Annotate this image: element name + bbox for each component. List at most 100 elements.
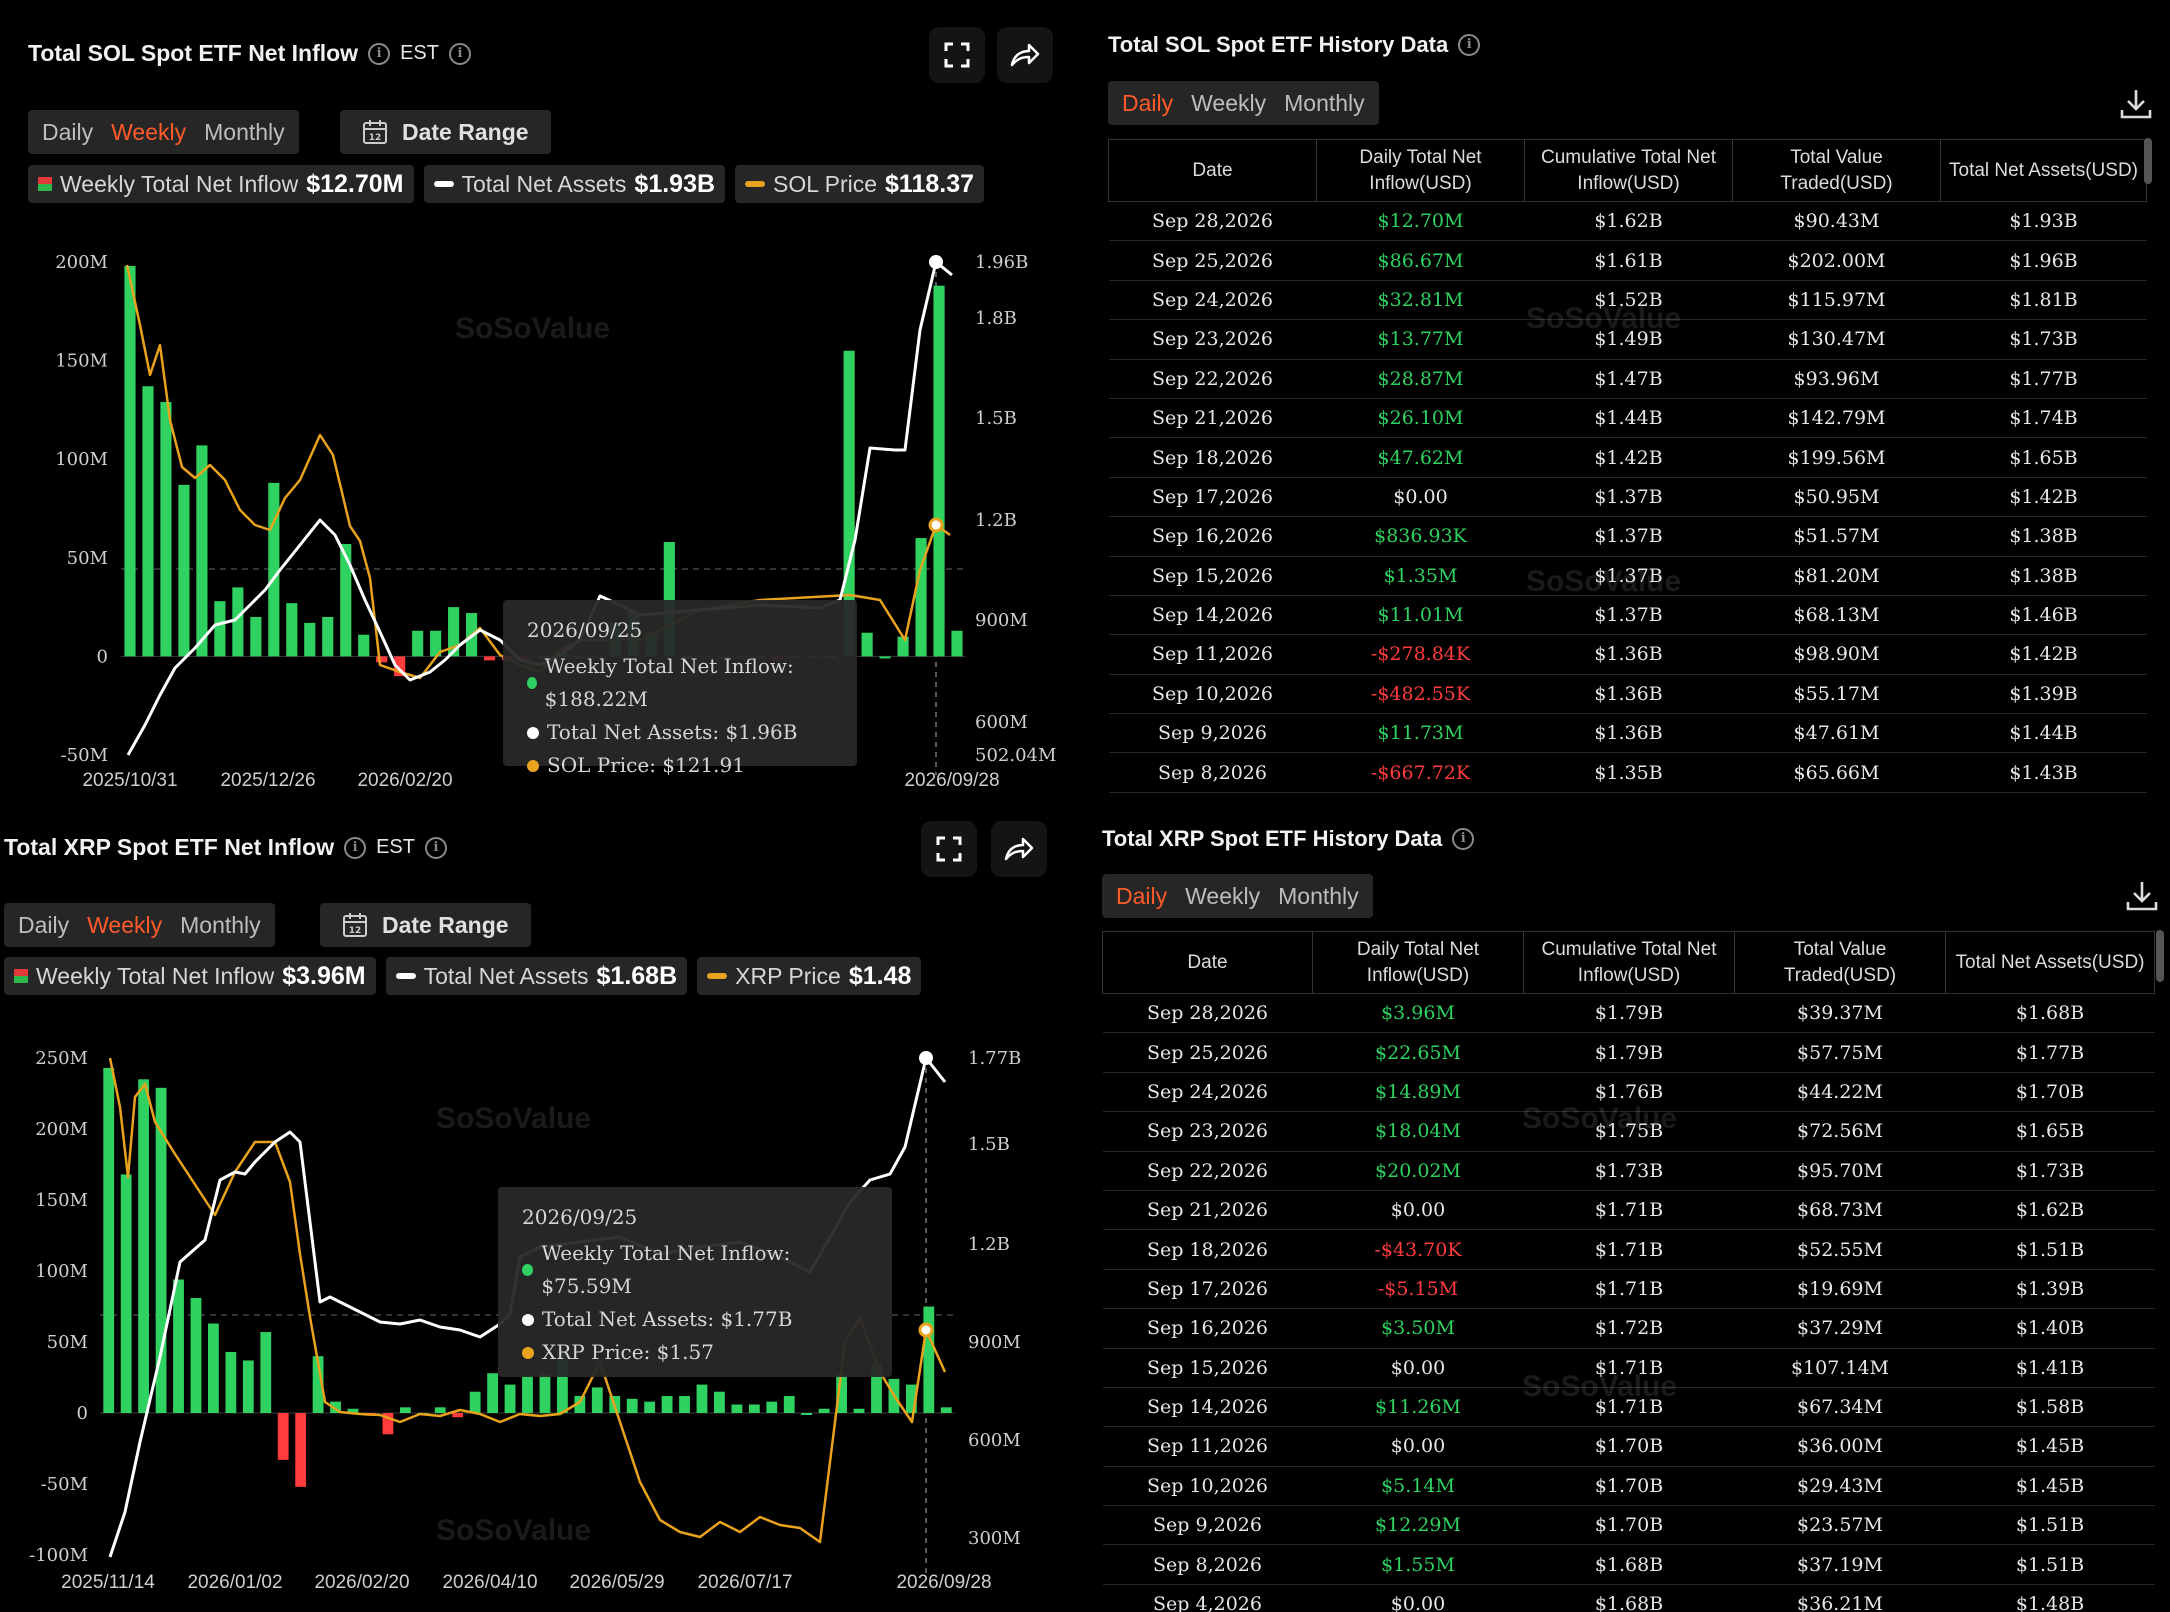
tab-monthly[interactable]: Monthly	[1272, 883, 1365, 910]
table-cell: $1.68B	[1945, 993, 2155, 1034]
table-cell: $1.42B	[1524, 437, 1733, 478]
table-row[interactable]: Sep 4,2026-$5.21M$1.35B$65.11M$1.41B	[1108, 792, 2147, 802]
download-icon[interactable]	[2118, 86, 2154, 122]
column-header[interactable]: Total Net Assets(USD)	[1940, 139, 2147, 202]
table-cell: $65.11M	[1732, 792, 1941, 802]
table-cell: Sep 21,2026	[1102, 1190, 1313, 1231]
tooltip-date: 2026/09/25	[522, 1205, 638, 1229]
inflow-bar	[160, 402, 172, 657]
tab-weekly[interactable]: Weekly	[1179, 883, 1266, 910]
table-cell: $1.35M	[1316, 556, 1525, 596]
y2-tick-label: 1.5B	[968, 1134, 1010, 1155]
table-cell: $1.93B	[1940, 201, 2147, 242]
table-cell: Sep 25,2026	[1108, 240, 1317, 281]
y2-tick-label: 1.2B	[975, 510, 1017, 531]
table-cell: Sep 23,2026	[1102, 1111, 1313, 1152]
table-cell: $1.70B	[1945, 1072, 2155, 1113]
inflow-bar	[696, 1384, 708, 1413]
tab-daily[interactable]: Daily	[1116, 90, 1179, 117]
table-row[interactable]: Sep 18,2026 $47.62M $1.42B $199.56M $1.65B	[1108, 437, 2147, 478]
table-cell: $1.72B	[1523, 1308, 1735, 1349]
table-row[interactable]: Sep 28,2026 $3.96M $1.79B $39.37M $1.68B	[1102, 993, 2155, 1034]
table-row[interactable]: Sep 16,2026 $3.50M $1.72B $37.29M $1.40B	[1102, 1308, 2155, 1349]
table-row[interactable]: Sep 17,2026 $0.00 $1.37B $50.95M $1.42B	[1108, 477, 2147, 518]
inflow-bar	[295, 1413, 307, 1487]
table-cell: $26.10M	[1316, 398, 1525, 439]
table-cell: $1.36B	[1524, 713, 1733, 754]
xrp-table-tabs: Daily Weekly Monthly	[1102, 874, 1373, 918]
table-row[interactable]: Sep 10,2026 $5.14M $1.70B $29.43M $1.45B	[1102, 1466, 2155, 1507]
table-cell: $98.90M	[1732, 634, 1941, 675]
table-row[interactable]: Sep 14,2026 $11.01M $1.37B $68.13M $1.46B	[1108, 595, 2147, 636]
column-header[interactable]: Date	[1108, 139, 1317, 202]
tab-daily[interactable]: Daily	[1110, 883, 1173, 910]
x-tick-label: 2026/09/28	[896, 1572, 991, 1593]
table-cell: -$43.70K	[1312, 1229, 1524, 1270]
table-cell: $1.44B	[1940, 713, 2147, 754]
table-cell: $37.29M	[1734, 1308, 1946, 1349]
table-cell: $1.77B	[1945, 1032, 2155, 1073]
table-row[interactable]: Sep 25,2026 $22.65M $1.79B $57.75M $1.77B	[1102, 1032, 2155, 1073]
info-icon[interactable]: i	[1452, 828, 1475, 850]
table-row[interactable]: Sep 11,2026 -$278.84K $1.36B $98.90M $1.42B	[1108, 634, 2147, 675]
tab-weekly[interactable]: Weekly	[1185, 90, 1272, 117]
table-row[interactable]: Sep 18,2026 -$43.70K $1.71B $52.55M $1.51B	[1102, 1229, 2155, 1270]
column-header[interactable]: Cumulative Total Net Inflow(USD)	[1524, 139, 1733, 202]
watermark-logo: SoSoValue	[1526, 302, 1682, 335]
table-row[interactable]: Sep 9,2026 $12.29M $1.70B $23.57M $1.51B	[1102, 1505, 2155, 1546]
inflow-bar	[644, 1401, 656, 1413]
y-tick-label: 100M	[35, 1261, 88, 1282]
column-header[interactable]: Daily Total Net Inflow(USD)	[1316, 139, 1525, 202]
y-tick-label: 50M	[67, 548, 108, 569]
inflow-bar	[190, 1297, 202, 1413]
table-row[interactable]: Sep 11,2026 $0.00 $1.70B $36.00M $1.45B	[1102, 1426, 2155, 1467]
download-icon[interactable]	[2124, 878, 2160, 914]
column-header[interactable]: Cumulative Total Net Inflow(USD)	[1523, 931, 1735, 994]
table-cell: $115.97M	[1732, 280, 1941, 321]
column-header[interactable]: Daily Total Net Inflow(USD)	[1312, 931, 1524, 994]
inflow-bar	[748, 1404, 760, 1413]
table-row[interactable]: Sep 8,2026 -$667.72K $1.35B $65.66M $1.43B	[1108, 752, 2147, 793]
column-header[interactable]: Total Value Traded(USD)	[1734, 931, 1946, 994]
column-header[interactable]: Total Value Traded(USD)	[1732, 139, 1941, 202]
table-row[interactable]: Sep 8,2026 $1.55M $1.68B $37.19M $1.51B	[1102, 1544, 2155, 1585]
tooltip-text: SOL Price: $121.91	[547, 753, 745, 777]
table-cell: $1.41B	[1945, 1348, 2155, 1388]
inflow-bar	[304, 622, 316, 657]
inflow-bar	[322, 616, 334, 657]
sol-table-tabs: Daily Weekly Monthly	[1108, 81, 1379, 125]
table-cell: Sep 17,2026	[1108, 477, 1317, 518]
scrollbar[interactable]	[2144, 138, 2152, 184]
table-row[interactable]: Sep 22,2026 $28.87M $1.47B $93.96M $1.77B	[1108, 359, 2147, 399]
table-row[interactable]: Sep 21,2026 $0.00 $1.71B $68.73M $1.62B	[1102, 1190, 2155, 1231]
table-row[interactable]: Sep 17,2026 -$5.15M $1.71B $19.69M $1.39B	[1102, 1269, 2155, 1310]
table-row[interactable]: Sep 9,2026 $11.73M $1.36B $47.61M $1.44B	[1108, 713, 2147, 754]
table-row[interactable]: Sep 25,2026 $86.67M $1.61B $202.00M $1.96B	[1108, 240, 2147, 281]
info-icon[interactable]: i	[1458, 34, 1481, 56]
table-row[interactable]: Sep 21,2026 $26.10M $1.44B $142.79M $1.74B	[1108, 398, 2147, 439]
scrollbar[interactable]	[2156, 930, 2164, 982]
table-row[interactable]: Sep 22,2026 $20.02M $1.73B $95.70M $1.73B	[1102, 1151, 2155, 1191]
y2-tick-label: 1.2B	[968, 1234, 1010, 1255]
white-dot-icon	[522, 1313, 534, 1326]
inflow-bar	[138, 1079, 150, 1413]
column-header[interactable]: Total Net Assets(USD)	[1945, 931, 2155, 994]
table-cell: $93.96M	[1732, 359, 1941, 399]
tooltip-row: Weekly Total Net Inflow: $188.22M	[527, 650, 833, 716]
table-row[interactable]: Sep 4,2026 $0.00 $1.68B $36.21M $1.48B	[1102, 1584, 2155, 1612]
sol-chart-panel: Total SOL Spot ETF Net Inflow i EST i Da…	[0, 0, 1086, 802]
table-cell: Sep 25,2026	[1102, 1032, 1313, 1073]
table-cell: Sep 15,2026	[1108, 556, 1317, 596]
table-row[interactable]: Sep 16,2026 $836.93K $1.37B $51.57M $1.38B	[1108, 516, 2147, 557]
tab-monthly[interactable]: Monthly	[1278, 90, 1371, 117]
table-cell: Sep 14,2026	[1102, 1387, 1313, 1428]
table-cell: $836.93K	[1316, 516, 1525, 557]
column-header[interactable]: Date	[1102, 931, 1313, 994]
table-row[interactable]: Sep 10,2026 -$482.55K $1.36B $55.17M $1.39B	[1108, 674, 2147, 715]
table-row[interactable]: Sep 28,2026 $12.70M $1.62B $90.43M $1.93B	[1108, 201, 2147, 242]
y-tick-label: 150M	[35, 1190, 88, 1211]
table-cell: $1.61B	[1524, 240, 1733, 281]
y-tick-label: -100M	[29, 1545, 88, 1566]
y-tick-label: 150M	[55, 351, 108, 372]
tooltip-text: Weekly Total Net Inflow: $188.22M	[544, 654, 794, 711]
